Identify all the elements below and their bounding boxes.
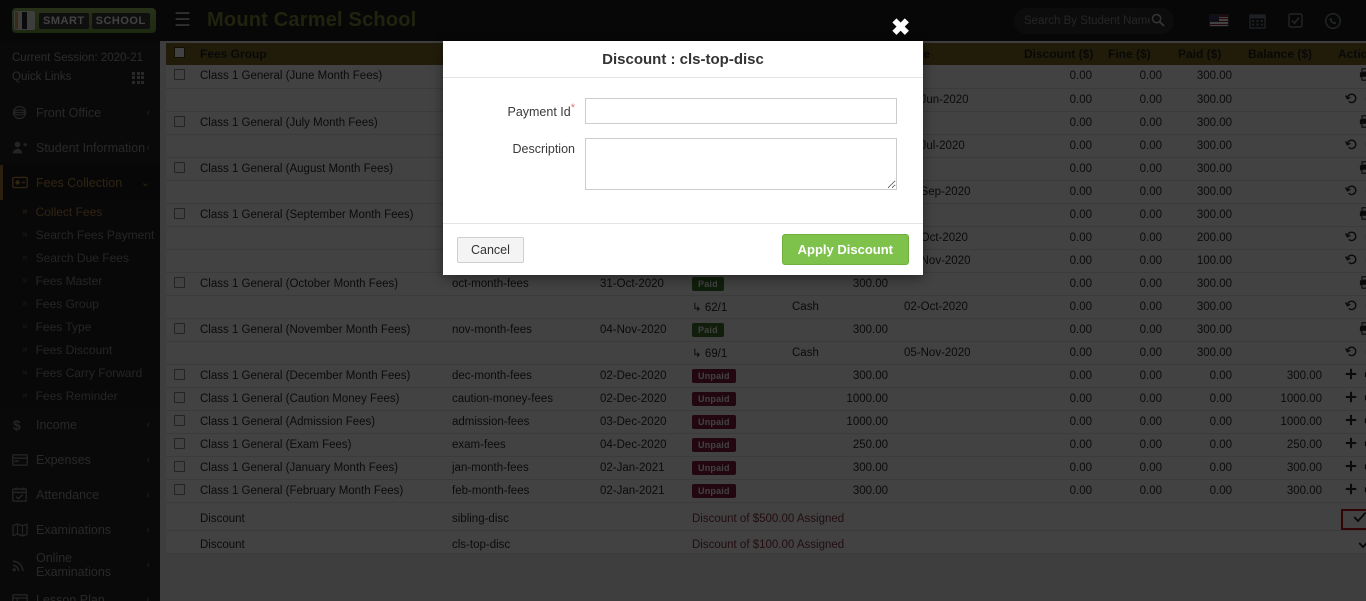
modal-header: Discount : cls-top-disc xyxy=(443,41,923,78)
payment-id-field-wrap xyxy=(585,98,897,124)
description-row: Description xyxy=(457,138,897,195)
payment-id-row: Payment Id* xyxy=(457,98,897,124)
description-textarea[interactable] xyxy=(585,138,897,190)
required-asterisk: * xyxy=(571,102,575,114)
close-icon[interactable]: ✖ xyxy=(891,16,910,39)
description-field-wrap xyxy=(585,138,897,195)
cancel-button[interactable]: Cancel xyxy=(457,237,524,263)
description-label: Description xyxy=(457,138,585,156)
modal-body: Payment Id* Description xyxy=(443,78,923,223)
apply-discount-button[interactable]: Apply Discount xyxy=(782,234,909,265)
modal-footer: Cancel Apply Discount xyxy=(443,223,923,275)
app-root: SMART SCHOOL ☰ Mount Carmel School xyxy=(0,0,1366,601)
payment-id-label-text: Payment Id xyxy=(507,105,570,119)
discount-modal: Discount : cls-top-disc Payment Id* Desc… xyxy=(443,41,923,275)
payment-id-input[interactable] xyxy=(585,98,897,124)
modal-title: Discount : cls-top-disc xyxy=(602,51,764,68)
payment-id-label: Payment Id* xyxy=(457,98,585,119)
